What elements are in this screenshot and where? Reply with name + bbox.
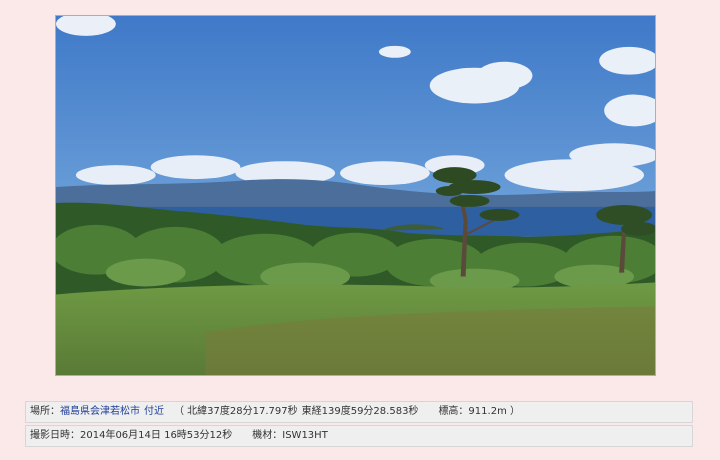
location-info-row: 場所：福島県会津若松市 付近 （ 北緯37度28分17.797秒 東経139度59分2… [25, 401, 693, 423]
latitude-text: （ 北緯37度28分17.797秒 [174, 406, 298, 417]
shot-info-row: 撮影日時：2014年06月14日 16時53分12秒 機材：ISW13HT [25, 425, 693, 447]
photo-illustration [56, 16, 655, 375]
location-place-link[interactable]: 福島県会津若松市 [60, 406, 140, 417]
location-label: 場所： [30, 406, 60, 417]
altitude-text: 標高：911.2m ） [438, 406, 520, 417]
shot-datetime-text: 撮影日時：2014年06月14日 16時53分12秒 [30, 430, 233, 441]
landscape-photo [55, 15, 656, 376]
device-text: 機材：ISW13HT [252, 430, 328, 441]
location-vicinity-link[interactable]: 付近 [144, 406, 164, 417]
longitude-text: 東経139度59分28.583秒 [301, 406, 419, 417]
